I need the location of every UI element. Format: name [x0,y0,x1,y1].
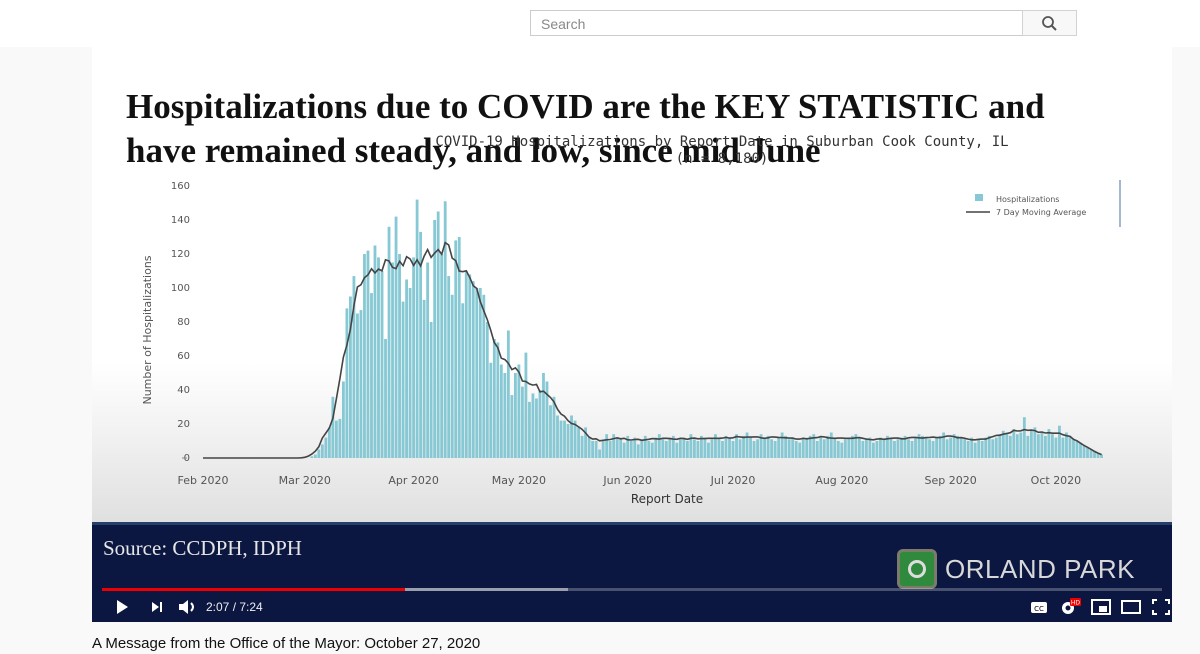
logo-text: ORLAND PARK [945,553,1135,584]
video-lower-band: Source: CCDPH, IDPH ORLAND PARK 2:07 / 7… [92,522,1172,622]
magnifier-icon [1042,16,1057,31]
search-button[interactable] [1022,10,1077,36]
volume-icon[interactable] [177,595,199,619]
slide-headline-2: have remained steady, and low, since mid… [126,131,821,170]
fullscreen-icon[interactable] [1150,595,1172,619]
video-title: A Message from the Office of the Mayor: … [92,635,481,652]
time-display: 2:07 / 7:24 [206,600,263,614]
theater-mode-icon[interactable] [1120,595,1142,619]
play-icon[interactable] [114,595,130,619]
captions-icon[interactable]: CC [1029,595,1049,619]
orland-park-logo: ORLAND PARK [897,549,1135,589]
progress-bar[interactable] [102,588,1162,591]
logo-emblem-icon [897,549,937,589]
miniplayer-icon[interactable] [1090,595,1112,619]
played-bar [102,588,406,591]
top-bar: Search [0,0,1200,47]
search-input[interactable]: Search [530,10,1022,36]
svg-text:CC: CC [1034,605,1044,613]
slide-headline-1: Hospitalizations due to COVID are the KE… [126,87,1045,126]
video-player[interactable]: Hospitalizations due to COVID are the KE… [92,47,1172,622]
settings-gear-icon[interactable]: HD [1058,595,1082,619]
svg-text:HD: HD [1071,600,1081,607]
slide-source: Source: CCDPH, IDPH [103,536,302,560]
next-icon[interactable] [149,595,165,619]
